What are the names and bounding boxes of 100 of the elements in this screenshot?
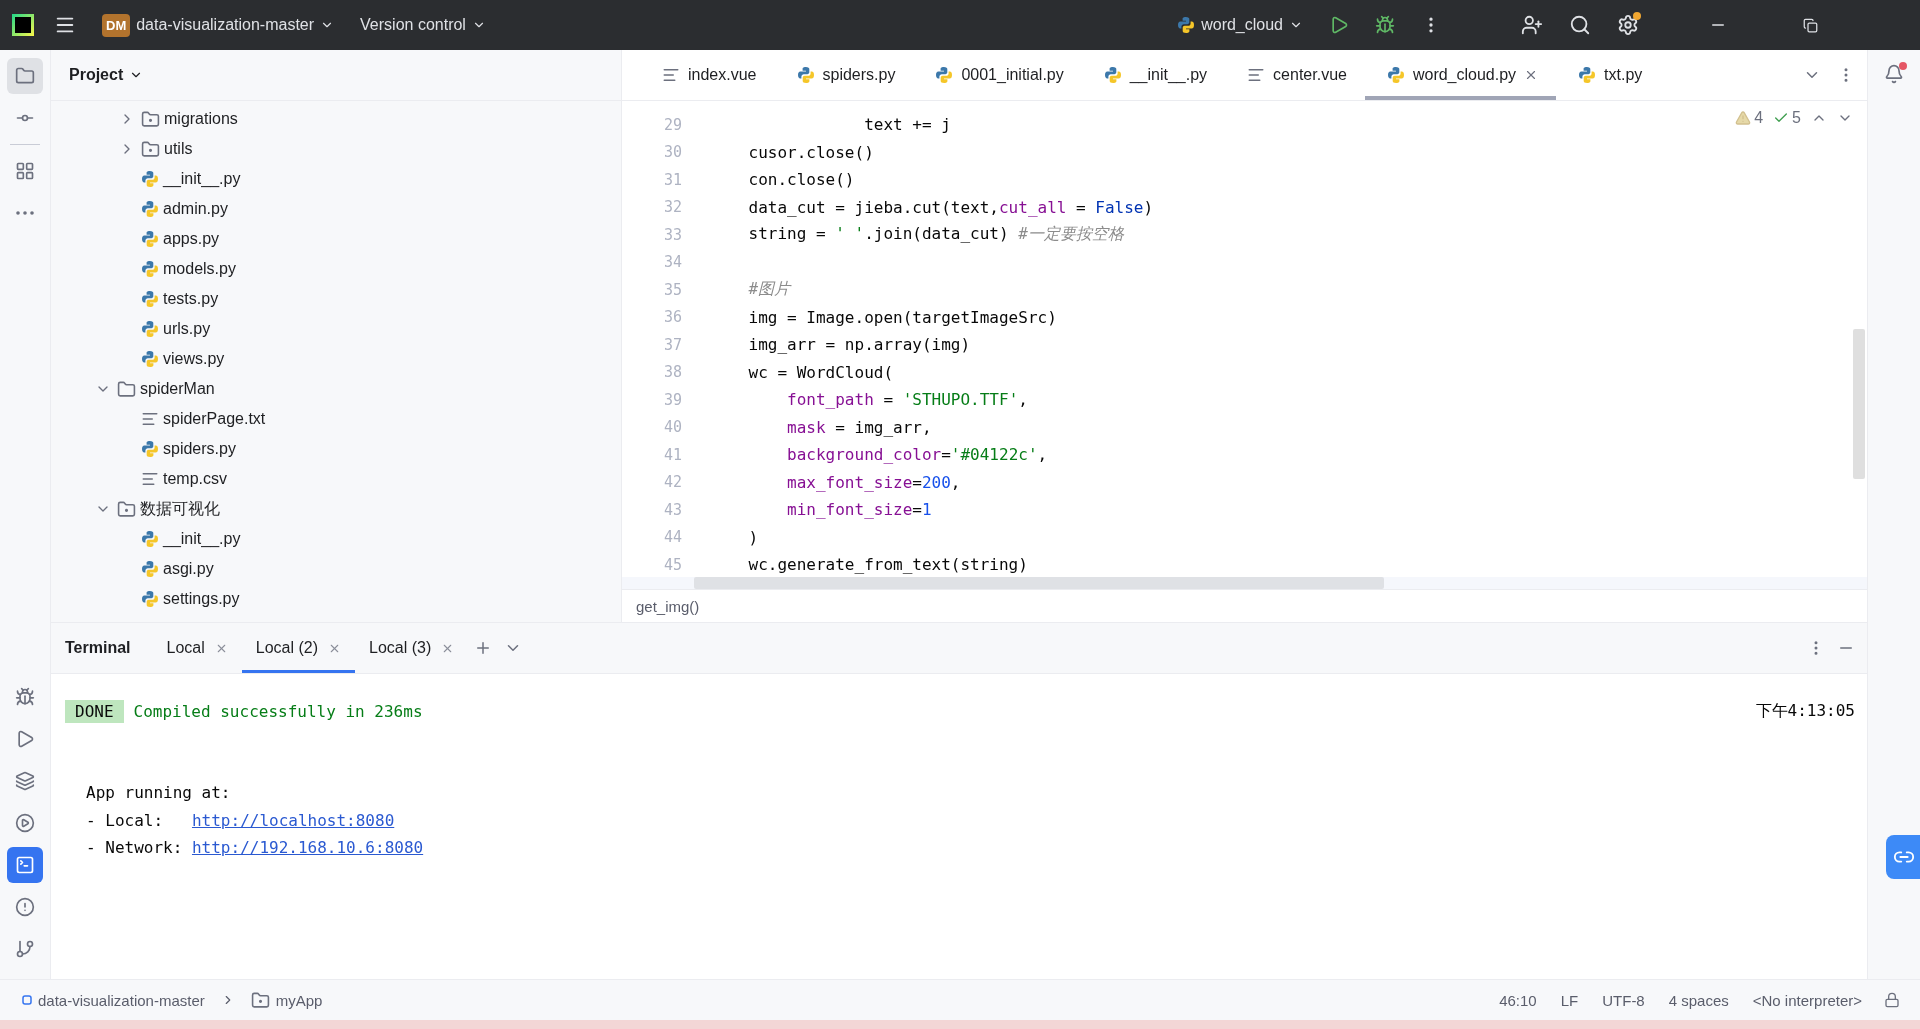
terminal-text: - Local: xyxy=(86,810,165,830)
tree-item[interactable]: spiderPage.txt xyxy=(163,410,266,428)
line-number: 43 xyxy=(662,500,683,519)
folder-icon xyxy=(141,139,160,159)
layers-icon xyxy=(15,771,35,791)
editor-tab[interactable]: word_cloud.py xyxy=(1364,50,1557,100)
breadcrumb-item[interactable]: myApp xyxy=(242,986,331,1014)
timestamp: 下午4:13:05 xyxy=(1755,701,1855,722)
editor-tab[interactable]: txt.py xyxy=(1556,50,1661,100)
terminal-icon xyxy=(15,855,35,875)
tree-item[interactable]: apps.py xyxy=(163,230,220,248)
python-file-icon xyxy=(141,350,159,368)
code-line: img = Image.open(targetImageSrc) xyxy=(747,307,1057,327)
tool-window-button[interactable] xyxy=(7,847,43,883)
more-icon xyxy=(16,211,34,215)
text-file-icon xyxy=(141,410,159,428)
typos-count[interactable]: 5 xyxy=(1773,109,1801,127)
status-message: Compiled successfully in 236ms xyxy=(133,702,423,721)
line-number: 35 xyxy=(662,280,683,299)
code-line: cusor.close() xyxy=(747,142,874,162)
editor-tab[interactable]: spiders.py xyxy=(774,50,914,100)
code-line: con.close() xyxy=(747,170,855,190)
tree-item[interactable]: asgi.py xyxy=(163,560,214,578)
line-number: 36 xyxy=(662,308,683,327)
breadcrumb[interactable]: get_img() xyxy=(636,597,700,615)
terminal-text: App running at: xyxy=(86,783,231,803)
status-badge: DONE xyxy=(65,700,124,723)
line-number: 30 xyxy=(662,143,683,162)
scrollbar-thumb[interactable] xyxy=(694,577,1384,589)
tool-window-button[interactable] xyxy=(7,58,43,94)
line-number: 39 xyxy=(662,390,683,409)
url-link[interactable]: http://localhost:8080 xyxy=(191,810,395,830)
tree-item[interactable]: tests.py xyxy=(163,290,219,308)
app-logo[interactable] xyxy=(12,14,34,36)
line-number: 34 xyxy=(662,253,683,272)
code-line: wc = WordCloud( xyxy=(747,362,894,382)
terminal-tab[interactable]: Local (2) xyxy=(241,623,355,673)
status-item[interactable]: <No interpreter> xyxy=(1744,987,1870,1013)
editor-tab[interactable]: index.vue xyxy=(640,50,775,100)
python-file-icon xyxy=(935,66,954,84)
warning-icon xyxy=(1735,110,1752,126)
terminal-tab[interactable]: Local xyxy=(152,623,242,673)
folder-icon xyxy=(250,990,270,1010)
folder-icon xyxy=(15,66,35,86)
warnings-count[interactable]: 4 xyxy=(1735,109,1764,127)
tree-item[interactable]: spiderMan xyxy=(140,380,215,398)
python-file-icon xyxy=(141,230,159,248)
breadcrumb-item[interactable]: data-visualization-master xyxy=(14,987,213,1013)
python-file-icon xyxy=(141,170,159,188)
run-icon xyxy=(15,729,35,749)
tree-item[interactable]: settings.py xyxy=(163,590,240,608)
python-file-icon xyxy=(1578,66,1597,84)
project-panel-title[interactable]: Project xyxy=(63,65,150,85)
editor-tab[interactable]: 0001_initial.py xyxy=(913,50,1082,100)
status-item[interactable]: UTF-8 xyxy=(1594,987,1653,1013)
tree-item[interactable]: utils xyxy=(164,140,193,158)
tree-item[interactable]: temp.csv xyxy=(163,470,227,488)
status-item[interactable]: 4 spaces xyxy=(1660,987,1737,1013)
code-line: data_cut = jieba.cut(text,cut_all = False) xyxy=(747,197,1154,217)
tree-item[interactable]: models.py xyxy=(163,260,236,278)
tree-item[interactable]: migrations xyxy=(164,110,238,128)
code-line: mask = img_arr, xyxy=(786,417,932,437)
vcs-menu[interactable]: Version control xyxy=(354,12,492,38)
editor-tab[interactable]: center.vue xyxy=(1225,50,1365,100)
code-line: string = ' '.join(data_cut) #一定要按空格 xyxy=(747,224,1124,246)
project-selector[interactable]: DM data-visualization-master xyxy=(96,9,341,41)
scrollbar-thumb[interactable] xyxy=(1853,329,1865,479)
code-line: font_path = 'STHUPO.TTF', xyxy=(786,390,1028,410)
problems-icon xyxy=(15,897,35,917)
code-line: text += j xyxy=(863,115,951,135)
line-number: 45 xyxy=(662,555,683,574)
python-file-icon xyxy=(141,290,159,308)
terminal-title: Terminal xyxy=(65,638,131,658)
link-icon[interactable] xyxy=(1886,835,1920,879)
editor-tab[interactable]: __init__.py xyxy=(1081,50,1226,100)
tree-item[interactable]: spiders.py xyxy=(163,440,236,458)
square-icon xyxy=(22,995,32,1005)
line-number: 37 xyxy=(662,335,683,354)
code-line: img_arr = np.array(img) xyxy=(747,335,971,355)
status-item[interactable]: 46:10 xyxy=(1491,987,1545,1013)
code-line: max_font_size=200, xyxy=(786,472,961,492)
status-item[interactable]: LF xyxy=(1552,987,1587,1013)
run-configuration[interactable]: word_cloud xyxy=(1171,12,1309,38)
tree-item[interactable]: admin.py xyxy=(163,200,228,218)
line-number: 32 xyxy=(662,198,683,217)
services-icon xyxy=(15,813,35,833)
code-line: ) xyxy=(747,527,759,547)
terminal-tab[interactable]: Local (3) xyxy=(355,623,469,673)
url-link[interactable]: http://192.168.10.6:8080 xyxy=(191,838,424,858)
tree-item[interactable]: __init__.py xyxy=(163,530,241,548)
tree-item[interactable]: urls.py xyxy=(163,320,211,338)
code-line: #图片 xyxy=(747,279,791,301)
python-file-icon xyxy=(141,440,159,458)
line-number: 44 xyxy=(662,528,683,547)
tree-item[interactable]: views.py xyxy=(163,350,225,368)
python-file-icon xyxy=(141,560,159,578)
line-number: 38 xyxy=(662,363,683,382)
tree-item[interactable]: __init__.py xyxy=(163,170,241,188)
tree-item[interactable]: 数据可视化 xyxy=(140,498,220,520)
python-file-icon xyxy=(1386,66,1405,84)
